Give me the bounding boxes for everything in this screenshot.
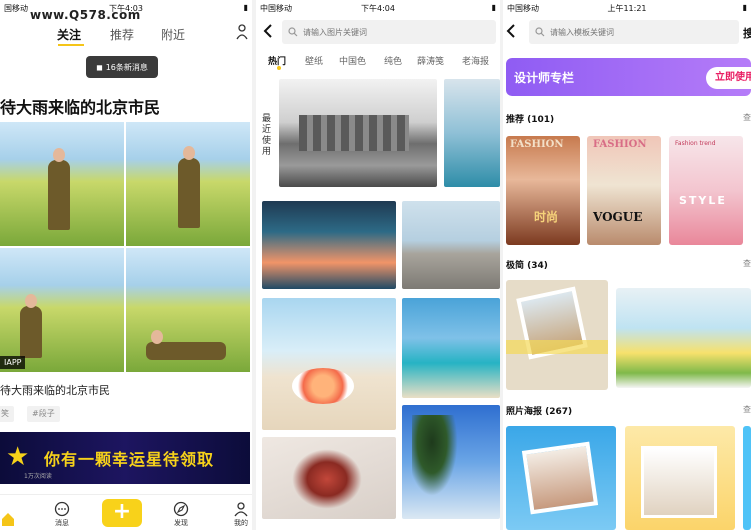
post-photo[interactable] [0, 122, 124, 246]
post-photo[interactable] [126, 122, 250, 246]
card-title: FASHION [593, 139, 647, 150]
image-thumbnail[interactable] [402, 298, 500, 398]
post-photo[interactable] [0, 248, 124, 372]
image-thumbnail[interactable] [262, 298, 396, 430]
banner-subtext: 1万次阅读 [24, 473, 52, 480]
banner-text: 你有一颗幸运星待领取 [44, 450, 215, 469]
card-subtitle: VOGUE [593, 210, 643, 224]
recently-used-label: 最近使用 [262, 114, 272, 157]
recent-image-thumbnail[interactable] [444, 79, 500, 187]
card-subtitle: 时尚 [534, 210, 559, 224]
create-post-button[interactable]: + [102, 499, 142, 527]
category-tabs: 热门 壁纸 中国色 纯色 薛涛笺 老海报 [256, 50, 500, 72]
category-xuetao[interactable]: 薛涛笺 [417, 54, 444, 67]
recent-image-thumbnail[interactable] [279, 79, 437, 187]
tabbar-messages-label: 消息 [55, 519, 69, 527]
template-card[interactable] [743, 426, 751, 530]
tabbar-discover[interactable]: 发现 [163, 501, 199, 528]
category-hot[interactable]: 热门 [268, 54, 286, 67]
post-photo-grid[interactable] [0, 122, 250, 372]
clock: 上午11:21 [607, 4, 647, 13]
bottom-tab-bar: 消息 + 发现 我的 [0, 494, 252, 530]
message-bubble-icon: ◼ [96, 62, 103, 72]
battery-icon: ▮ [742, 3, 747, 12]
section-title-recommended: 推荐 (101) [506, 115, 555, 125]
template-screen: 中国移动 上午11:21 ▮ 搜 设计师专栏 立即使用 推荐 (101) 查 F… [503, 0, 751, 530]
template-card[interactable] [616, 288, 751, 388]
promo-title: 设计师专栏 [514, 71, 575, 85]
battery-icon: ▮ [491, 3, 496, 12]
card-subtitle: STYLE [679, 194, 727, 207]
tabbar-messages[interactable]: 消息 [44, 501, 80, 528]
image-search-input[interactable] [303, 27, 453, 37]
tabbar-discover-label: 发现 [174, 519, 188, 527]
battery-icon: ▮ [243, 3, 248, 12]
feed-tabs: 关注 推荐 附近 [0, 22, 252, 46]
tab-nearby[interactable]: 附近 [161, 26, 185, 43]
star-icon: ★ [6, 442, 30, 472]
search-icon [535, 27, 545, 37]
view-more-link[interactable]: 查 [743, 404, 751, 415]
use-now-button[interactable]: 立即使用 [706, 67, 751, 89]
section-title-photo-poster: 照片海报 (267) [506, 407, 573, 417]
image-thumbnail[interactable] [262, 201, 396, 289]
post-title: 待大雨来临的北京市民 [0, 98, 161, 117]
tag-chip[interactable]: 笑 [0, 406, 14, 422]
back-icon[interactable] [262, 24, 274, 38]
active-category-indicator [277, 66, 281, 70]
status-bar: 中国移动 上午11:21 ▮ [503, 0, 751, 16]
template-card[interactable]: Fashion trend STYLE [669, 136, 743, 245]
status-bar: 中国移动 下午4:04 ▮ [256, 0, 500, 16]
template-card[interactable]: FASHION 时尚 [506, 136, 580, 245]
search-action[interactable]: 搜 [743, 25, 751, 41]
category-old-poster[interactable]: 老海报 [462, 54, 489, 67]
new-messages-pill[interactable]: ◼ 16条新消息 [86, 56, 158, 78]
search-icon [288, 27, 298, 37]
profile-icon[interactable] [236, 24, 248, 40]
chat-icon [54, 501, 70, 517]
section-title-minimal: 极简 (34) [506, 261, 548, 271]
person-icon [234, 502, 248, 517]
tag-chip[interactable]: #段子 [27, 406, 60, 422]
view-more-link[interactable]: 查 [743, 112, 751, 123]
post-caption: 待大雨来临的北京市民 [0, 384, 110, 397]
image-search-bar[interactable] [282, 20, 496, 44]
active-tab-indicator [58, 44, 84, 46]
category-chinese-color[interactable]: 中国色 [339, 54, 366, 67]
promo-banner[interactable]: ★ 你有一颗幸运星待领取 1万次阅读 [0, 432, 250, 484]
template-card[interactable]: FASHION VOGUE [587, 136, 661, 245]
template-card[interactable] [506, 280, 608, 390]
image-thumbnail[interactable] [402, 201, 500, 289]
card-title: FASHION [510, 139, 564, 150]
image-thumbnail[interactable] [402, 405, 500, 519]
tabbar-me[interactable]: 我的 [223, 501, 252, 528]
template-search-input[interactable] [550, 27, 700, 37]
tabbar-home[interactable] [0, 511, 26, 528]
designer-promo-banner[interactable]: 设计师专栏 立即使用 [506, 58, 751, 96]
template-card[interactable] [625, 426, 735, 530]
tabbar-me-label: 我的 [234, 519, 248, 527]
app-label: IAPP [0, 356, 26, 369]
image-thumbnail[interactable] [262, 437, 396, 519]
back-icon[interactable] [505, 24, 517, 38]
feed-screen: 国移动 下午4:03 ▮ www.Q578.com 关注 推荐 附近 ◼ 16条… [0, 0, 252, 530]
template-card[interactable] [506, 426, 616, 530]
tab-following[interactable]: 关注 [57, 26, 81, 43]
watermark: www.Q578.com [30, 8, 141, 22]
home-icon [2, 513, 14, 526]
compass-icon [173, 501, 189, 517]
category-solid[interactable]: 纯色 [384, 54, 402, 67]
view-more-link[interactable]: 查 [743, 258, 751, 269]
tab-recommended[interactable]: 推荐 [110, 26, 134, 43]
category-wallpaper[interactable]: 壁纸 [305, 54, 323, 67]
clock: 下午4:04 [361, 4, 395, 13]
image-search-screen: 中国移动 下午4:04 ▮ 热门 壁纸 中国色 纯色 薛涛笺 老海报 最近使用 [256, 0, 500, 530]
new-messages-label: 16条新消息 [105, 62, 148, 72]
template-search-bar[interactable] [529, 20, 739, 44]
card-title: Fashion trend [675, 140, 716, 147]
post-photo[interactable] [126, 248, 250, 372]
